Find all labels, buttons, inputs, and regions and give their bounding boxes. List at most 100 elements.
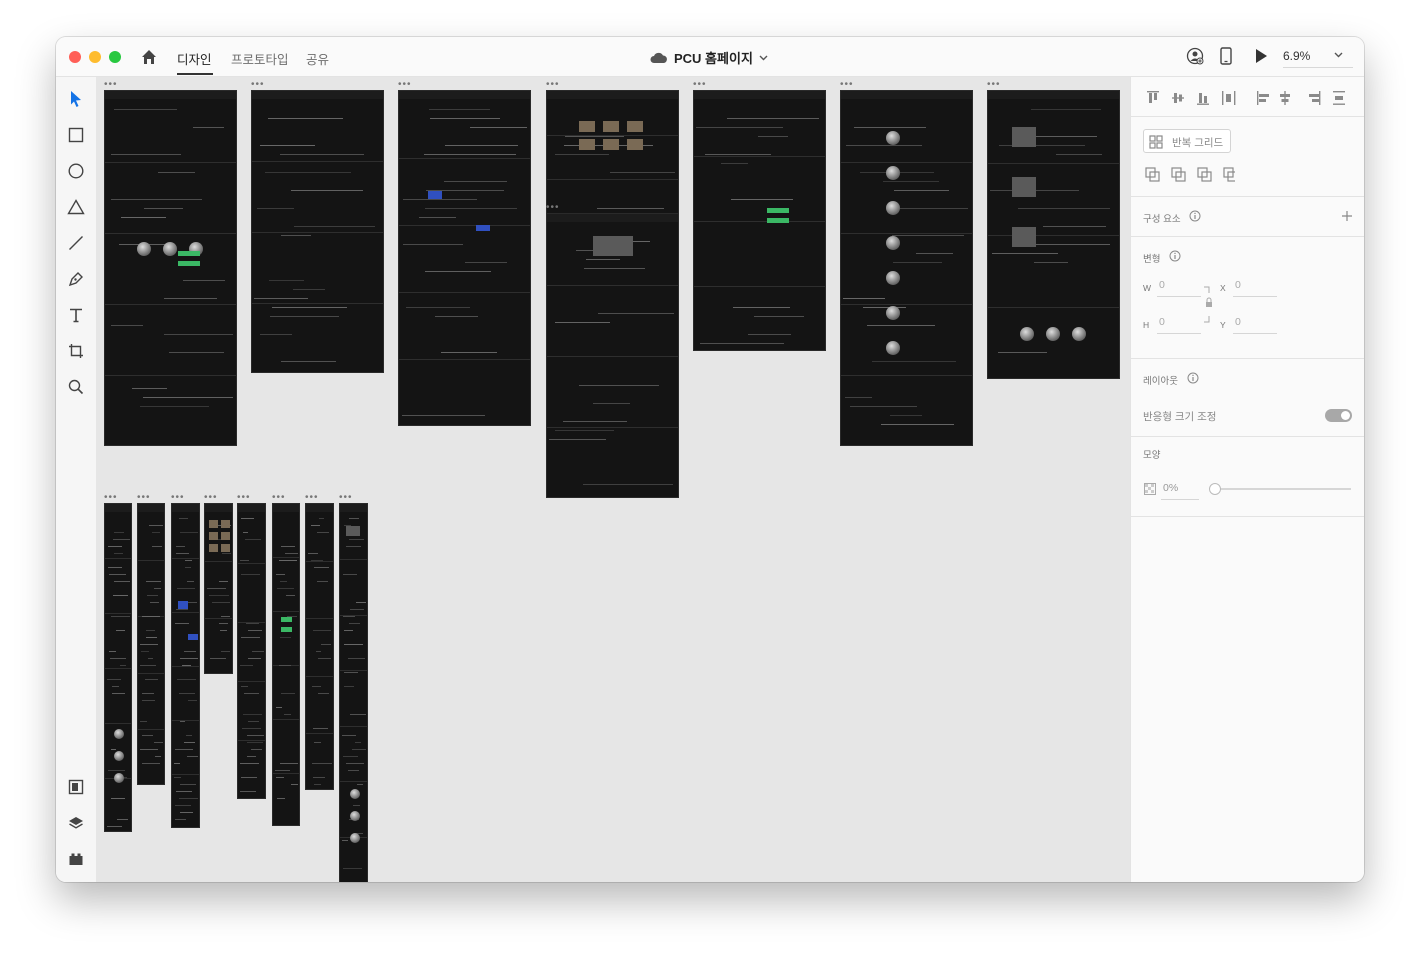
artboard-options-icon[interactable]: •••	[204, 493, 218, 503]
artboard-options-icon[interactable]: •••	[171, 493, 185, 503]
tab-share[interactable]: 공유	[306, 49, 329, 68]
artboard-options-icon[interactable]: •••	[104, 493, 118, 503]
zoom-level[interactable]: 6.9%	[1283, 49, 1310, 63]
x-field[interactable]: 0	[1235, 279, 1241, 291]
select-tool[interactable]	[66, 89, 86, 109]
artboard-divider	[105, 304, 236, 305]
artboard[interactable]	[272, 503, 300, 826]
artboard-options-icon[interactable]: •••	[305, 493, 319, 503]
text-tool[interactable]	[66, 305, 86, 325]
document-title-button[interactable]: PCU 홈페이지	[650, 48, 768, 67]
pen-tool[interactable]	[66, 269, 86, 289]
polygon-tool[interactable]	[66, 197, 86, 217]
artboard[interactable]	[104, 90, 237, 446]
layers-panel-button[interactable]	[66, 813, 86, 833]
text-line-placeholder	[881, 424, 954, 425]
design-canvas[interactable]: ••• ••• ••• ••• ••• ••• ••• ••• ••• ••• ••• ••• ••• •…	[97, 77, 1130, 882]
text-line-placeholder	[147, 595, 158, 596]
artboard[interactable]	[546, 90, 679, 222]
play-icon[interactable]	[1254, 47, 1268, 65]
tab-design[interactable]: 디자인	[177, 49, 212, 68]
minimize-window-button[interactable]	[89, 51, 101, 63]
artboard-options-icon[interactable]: •••	[137, 493, 151, 503]
artboard[interactable]	[104, 503, 132, 832]
artboard-options-icon[interactable]: •••	[840, 80, 854, 90]
artboard-options-icon[interactable]: •••	[398, 80, 412, 90]
text-line-placeholder	[319, 518, 324, 519]
add-component-icon[interactable]	[1341, 210, 1353, 222]
text-line-placeholder	[113, 539, 130, 540]
opacity-field[interactable]: 0%	[1163, 482, 1178, 494]
text-line-placeholder	[176, 609, 188, 610]
responsive-resize-label: 반응형 크기 조정	[1143, 411, 1217, 423]
boolean-operations-icon[interactable]	[1145, 167, 1235, 183]
text-line-placeholder	[243, 714, 262, 715]
artboard[interactable]	[237, 503, 266, 799]
zoom-tool[interactable]	[66, 377, 86, 397]
width-field[interactable]: 0	[1159, 279, 1165, 291]
artboard-options-icon[interactable]: •••	[237, 493, 251, 503]
plugins-panel-button[interactable]	[66, 849, 86, 869]
assets-icon	[68, 779, 84, 795]
text-line-placeholder	[175, 623, 189, 624]
artboard[interactable]	[204, 503, 233, 674]
home-icon[interactable]	[140, 48, 158, 66]
artboard[interactable]	[546, 213, 679, 498]
text-line-placeholder	[343, 616, 355, 617]
artboard[interactable]	[987, 90, 1120, 379]
text-line-placeholder	[894, 190, 949, 191]
opacity-slider-track[interactable]	[1215, 488, 1351, 490]
text-line-placeholder	[435, 316, 478, 317]
artboard-options-icon[interactable]: •••	[251, 80, 265, 90]
invite-user-icon[interactable]	[1186, 47, 1204, 65]
artboard[interactable]	[137, 503, 165, 785]
line-tool[interactable]	[66, 233, 86, 253]
device-preview-icon[interactable]	[1219, 47, 1233, 65]
maximize-window-button[interactable]	[109, 51, 121, 63]
text-line-placeholder	[177, 679, 196, 680]
text-line-placeholder	[281, 361, 336, 362]
assets-panel-button[interactable]	[66, 777, 86, 797]
avatar-image	[349, 833, 360, 843]
info-icon[interactable]	[1189, 210, 1201, 222]
tab-prototype[interactable]: 프로토타입	[231, 49, 289, 68]
lock-aspect-icon[interactable]	[1202, 285, 1216, 325]
text-line-placeholder	[241, 574, 260, 575]
x-field-underline	[1233, 296, 1277, 297]
artboard[interactable]	[171, 503, 200, 828]
ellipse-tool[interactable]	[66, 161, 86, 181]
rectangle-tool[interactable]	[66, 125, 86, 145]
artboard[interactable]	[693, 90, 826, 351]
image-placeholder	[188, 634, 198, 640]
artboard[interactable]	[339, 503, 368, 882]
close-window-button[interactable]	[69, 51, 81, 63]
artboard-options-icon[interactable]: •••	[272, 493, 286, 503]
responsive-resize-toggle[interactable]	[1325, 409, 1352, 422]
opacity-slider-handle[interactable]	[1209, 483, 1221, 495]
artboard-options-icon[interactable]: •••	[693, 80, 707, 90]
avatar-image	[137, 242, 151, 256]
artboard[interactable]	[398, 90, 531, 426]
zoom-chevron-down-icon[interactable]	[1334, 52, 1343, 58]
align-toolbar-icon[interactable]	[1145, 90, 1345, 106]
artboard[interactable]	[251, 90, 384, 373]
text-line-placeholder	[114, 109, 177, 110]
artboard-options-icon[interactable]: •••	[339, 493, 353, 503]
artboard-divider	[205, 561, 232, 562]
artboard[interactable]	[305, 503, 334, 790]
artboard[interactable]	[840, 90, 973, 446]
repeat-grid-button[interactable]: 반복 그리드	[1143, 129, 1231, 153]
layout-info-icon[interactable]	[1187, 372, 1199, 384]
artboard-divider	[694, 286, 825, 287]
artboard-options-icon[interactable]: •••	[104, 80, 118, 90]
artboard-tool[interactable]	[66, 341, 86, 361]
artboard-options-icon[interactable]: •••	[546, 80, 560, 90]
artboard-options-icon[interactable]: •••	[987, 80, 1001, 90]
artboard-options-icon[interactable]: •••	[546, 203, 560, 213]
text-line-placeholder	[187, 756, 198, 757]
transform-info-icon[interactable]	[1169, 250, 1181, 262]
height-field[interactable]: 0	[1159, 316, 1165, 328]
text-line-placeholder	[291, 190, 363, 191]
text-line-placeholder	[179, 518, 188, 519]
y-field[interactable]: 0	[1235, 316, 1241, 328]
